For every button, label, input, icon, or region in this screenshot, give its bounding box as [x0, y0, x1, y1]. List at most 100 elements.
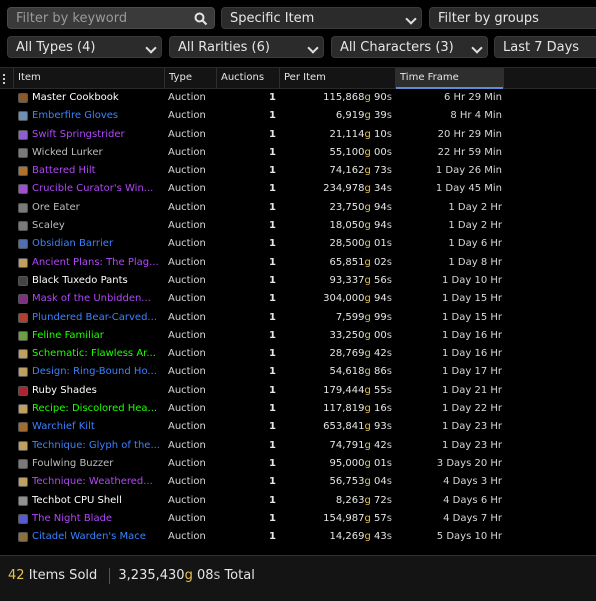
item-name[interactable]: Design: Ring-Bound Ho...	[32, 363, 162, 381]
item-name[interactable]: Citadel Warden's Mace	[32, 528, 162, 546]
table-row[interactable]: Mask of the Unbidden... Auction 1 304,000g …	[0, 290, 596, 308]
item-name[interactable]: Mask of the Unbidden...	[32, 290, 162, 308]
item-type: Auction	[168, 274, 206, 286]
item-name[interactable]: Black Tuxedo Pants	[32, 272, 162, 290]
scroll-icon	[18, 349, 28, 360]
item-type: Auction	[168, 457, 206, 469]
table-row[interactable]: Technique: Weathered... Auction 1 56,753g 0…	[0, 473, 596, 491]
silver-unit: s	[386, 128, 392, 140]
auction-count: 1	[269, 366, 276, 378]
groups-filter-label: Filter by groups	[438, 11, 539, 26]
sword-icon	[18, 513, 28, 524]
table-row[interactable]: Citadel Warden's Mace Auction 1 14,269g 43s…	[0, 528, 596, 546]
table-row[interactable]: Design: Ring-Bound Ho... Auction 1 54,618g …	[0, 363, 596, 381]
item-type: Auction	[168, 512, 206, 524]
auction-count: 1	[269, 384, 276, 396]
per-item-price: 33,250g 00s	[282, 327, 393, 345]
types-dropdown[interactable]: All Types (4)	[7, 36, 162, 58]
gold-unit: g	[364, 403, 371, 415]
item-name[interactable]: Swift Springstrider	[32, 126, 162, 144]
item-name[interactable]: Ancient Plans: The Plag...	[32, 254, 162, 272]
table-row[interactable]: Wicked Lurker Auction 1 55,100g 00s 22 Hr 59…	[0, 144, 596, 162]
item-name[interactable]: Techbot CPU Shell	[32, 492, 162, 510]
per-item-price: 23,750g 94s	[282, 199, 393, 217]
time-frame: 1 Day 2 Hr	[448, 220, 502, 232]
auction-count: 1	[269, 476, 276, 488]
characters-dropdown[interactable]: All Characters (3)	[331, 36, 488, 58]
item-type: Auction	[168, 165, 206, 177]
groups-filter[interactable]: Filter by groups	[429, 7, 596, 29]
column-header-time-frame[interactable]: Time Frame	[396, 68, 504, 89]
keyword-search-input[interactable]: Filter by keyword	[7, 7, 215, 29]
gold-amount: 55,100	[329, 146, 365, 158]
silver-amount: 42	[374, 439, 387, 451]
item-name[interactable]: Warchief Kilt	[32, 418, 162, 436]
table-row[interactable]: Ancient Plans: The Plag... Auction 1 65,851…	[0, 254, 596, 272]
item-name[interactable]: Foulwing Buzzer	[32, 455, 162, 473]
table-row[interactable]: The Night Blade Auction 1 154,987g 57s 4 Day…	[0, 510, 596, 528]
table-row[interactable]: Foulwing Buzzer Auction 1 95,000g 01s 3 Days…	[0, 455, 596, 473]
item-name[interactable]: Recipe: Discolored Hea...	[32, 400, 162, 418]
table-row[interactable]: Schematic: Flawless Ar... Auction 1 28,769g…	[0, 345, 596, 363]
table-row[interactable]: Technique: Glyph of the... Auction 1 74,791…	[0, 437, 596, 455]
item-type: Auction	[168, 238, 206, 250]
auction-count: 1	[269, 311, 276, 323]
rarities-dropdown[interactable]: All Rarities (6)	[169, 36, 324, 58]
table-row[interactable]: Obsidian Barrier Auction 1 28,500g 01s 1 Day…	[0, 235, 596, 253]
item-name[interactable]: Emberfire Gloves	[32, 107, 162, 125]
item-type: Auction	[168, 494, 206, 506]
item-name[interactable]: Scaley	[32, 217, 162, 235]
item-type: Auction	[168, 92, 206, 103]
item-name[interactable]: Wicked Lurker	[32, 144, 162, 162]
table-row[interactable]: Feline Familiar Auction 1 33,250g 00s 1 Day …	[0, 327, 596, 345]
column-header-item[interactable]: Item	[14, 68, 165, 88]
time-frame: 1 Day 15 Hr	[442, 311, 502, 323]
item-name[interactable]: Technique: Glyph of the...	[32, 437, 162, 455]
item-name[interactable]: Schematic: Flawless Ar...	[32, 345, 162, 363]
per-item-price: 14,269g 43s	[282, 528, 393, 546]
table-row[interactable]: Plundered Bear-Carved... Auction 1 7,599g 9…	[0, 309, 596, 327]
table-row[interactable]: Warchief Kilt Auction 1 653,841g 93s 1 Day 2…	[0, 418, 596, 436]
table-row[interactable]: Black Tuxedo Pants Auction 1 93,337g 56s 1 D…	[0, 272, 596, 290]
rarities-dropdown-value: All Rarities (6)	[178, 40, 270, 55]
timeframe-dropdown[interactable]: Last 7 Days	[494, 36, 596, 58]
table-row[interactable]: Emberfire Gloves Auction 1 6,919g 39s 8 Hr 4…	[0, 107, 596, 125]
item-name[interactable]: The Night Blade	[32, 510, 162, 528]
gold-unit: g	[364, 165, 371, 177]
table-row[interactable]: Ore Eater Auction 1 23,750g 94s 1 Day 2 Hr	[0, 199, 596, 217]
gold-amount: 6,919	[335, 110, 365, 122]
mode-dropdown[interactable]: Specific Item	[221, 7, 422, 29]
table-row[interactable]: Battered Hilt Auction 1 74,162g 73s 1 Day 26…	[0, 162, 596, 180]
gold-amount: 28,769	[329, 348, 365, 360]
item-name[interactable]: Crucible Curator's Win...	[32, 180, 162, 198]
table-row[interactable]: Techbot CPU Shell Auction 1 8,263g 72s 4 Day…	[0, 492, 596, 510]
item-name[interactable]: Feline Familiar	[32, 327, 162, 345]
gold-unit: g	[364, 348, 371, 360]
item-name[interactable]: Plundered Bear-Carved...	[32, 309, 162, 327]
item-name[interactable]: Ore Eater	[32, 199, 162, 217]
table-row[interactable]: Recipe: Discolored Hea... Auction 1 117,819…	[0, 400, 596, 418]
column-options-button[interactable]	[0, 68, 14, 88]
silver-amount: 16	[374, 403, 387, 415]
item-name[interactable]: Technique: Weathered...	[32, 473, 162, 491]
auction-count: 1	[269, 403, 276, 415]
table-row[interactable]: Ruby Shades Auction 1 179,444g 55s 1 Day 21 …	[0, 382, 596, 400]
table-row[interactable]: Master Cookbook Auction 1 115,868g 90s 6 Hr …	[0, 89, 596, 107]
table-row[interactable]: Scaley Auction 1 18,050g 94s 1 Day 2 Hr	[0, 217, 596, 235]
gold-amount: 14,269	[329, 531, 365, 543]
column-header-auctions[interactable]: Auctions	[217, 68, 280, 88]
table-row[interactable]: Swift Springstrider Auction 1 21,114g 10s 20…	[0, 126, 596, 144]
table-row[interactable]: Crucible Curator's Win... Auction 1 234,978…	[0, 180, 596, 198]
gloves-icon	[18, 111, 28, 122]
time-frame: 1 Day 15 Hr	[442, 293, 502, 305]
item-name[interactable]: Battered Hilt	[32, 162, 162, 180]
item-type: Auction	[168, 439, 206, 451]
column-header-per-item[interactable]: Per Item	[280, 68, 396, 88]
types-dropdown-value: All Types (4)	[16, 40, 96, 55]
kilt-icon	[18, 422, 28, 433]
item-name[interactable]: Obsidian Barrier	[32, 235, 162, 253]
item-name[interactable]: Ruby Shades	[32, 382, 162, 400]
item-name[interactable]: Master Cookbook	[32, 89, 162, 107]
column-header-type[interactable]: Type	[165, 68, 217, 88]
gold-unit: g	[364, 183, 371, 195]
